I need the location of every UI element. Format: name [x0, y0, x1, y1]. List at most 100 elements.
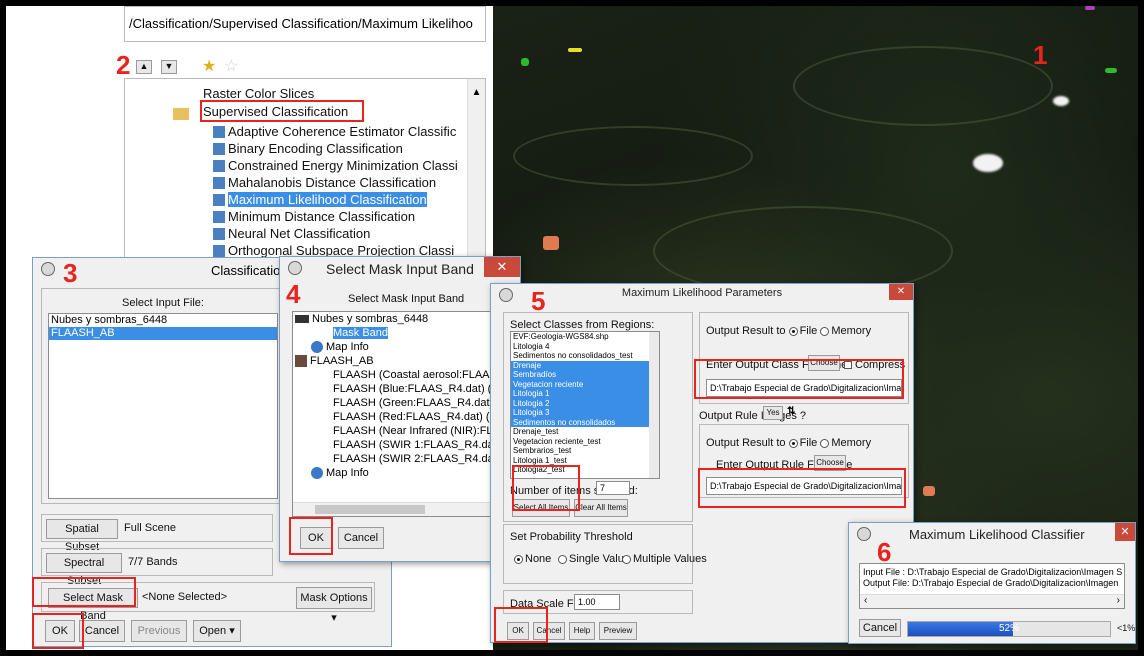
toolbox-path[interactable]: /Classification/Supervised Classificatio…	[124, 6, 486, 42]
tree-item-maximum-likelihood[interactable]: Maximum Likelihood Classification	[213, 191, 427, 209]
tree-item-cem[interactable]: Constrained Energy Minimization Classi	[213, 157, 458, 175]
tree-node-flaash[interactable]: FLAASH_AB	[293, 354, 495, 368]
input-file-list[interactable]: Nubes y sombras_6448 FLAASH_AB	[48, 313, 278, 499]
close-icon[interactable]: ✕	[484, 257, 520, 277]
tree-node-band[interactable]: FLAASH (Blue:FLAAS_R4.dat) (	[293, 382, 495, 396]
output-result-radio: Output Result to File Memory	[706, 325, 872, 337]
rule-output-radio: Output Result to File Memory	[706, 437, 872, 449]
probability-group: Set Probability Threshold None Single Va…	[503, 524, 707, 584]
tree-item-binary-encoding[interactable]: Binary Encoding Classification	[213, 140, 403, 158]
progress-bar: 52%	[907, 621, 1111, 637]
prob-label: Set Probability Threshold	[510, 531, 633, 543]
input-file-text: Input File : D:\Trabajo Especial de Grad…	[863, 567, 1123, 577]
info-scrollbar[interactable]: ‹ ›	[860, 594, 1124, 608]
prob-single-radio[interactable]: Single Value	[558, 553, 630, 565]
favorite-star-icon[interactable]: ★	[202, 56, 216, 76]
tree-node-band[interactable]: FLAASH (SWIR 1:FLAAS_R4.da	[293, 438, 495, 452]
rule-images-toggle[interactable]: Yes	[763, 406, 783, 420]
tree-item-minimum-distance[interactable]: Minimum Distance Classification	[213, 208, 415, 226]
class-item-selected[interactable]: Litologia 2	[511, 398, 659, 408]
classifier-info-box: Input File : D:\Trabajo Especial de Grad…	[859, 563, 1125, 609]
highlight-rule-path	[698, 468, 906, 508]
class-item-selected[interactable]: Vegetacion reciente	[511, 379, 659, 389]
highlight-supervised	[200, 100, 364, 122]
clear-all-items-button[interactable]: Clear All Items	[574, 499, 628, 517]
tree-item-ace[interactable]: Adaptive Coherence Estimator Classific	[213, 123, 456, 141]
classes-list[interactable]: EVF:Geologia-WGS84.shp Litologia 4 Sedimen…	[510, 331, 660, 479]
cancel-button[interactable]: Cancel	[79, 620, 125, 642]
step-number-4: 4	[286, 279, 301, 309]
class-item[interactable]: Litologia 1_test	[511, 456, 659, 466]
class-item[interactable]: Drenaje_test	[511, 427, 659, 437]
select-input-label: Select Input File:	[122, 297, 204, 309]
spectral-subset-value: 7/7 Bands	[128, 556, 178, 568]
tree-node-map-info[interactable]: Map Info	[293, 466, 495, 480]
class-item[interactable]: Litologia 4	[511, 342, 659, 352]
folder-icon	[173, 105, 192, 123]
class-item-selected[interactable]: Litologia 1	[511, 389, 659, 399]
toolbox-panel: /Classification/Supervised Classificatio…	[6, 6, 493, 266]
expand-icon[interactable]: ▼	[161, 60, 177, 74]
tree-node-band[interactable]: FLAASH (Red:FLAAS_R4.dat) (0	[293, 410, 495, 424]
mask-value: <None Selected>	[142, 591, 228, 603]
class-item[interactable]: EVF:Geologia-WGS84.shp	[511, 332, 659, 342]
class-item[interactable]: Vegetacion reciente_test	[511, 437, 659, 447]
file-item-selected[interactable]: FLAASH_AB	[49, 327, 277, 340]
close-icon[interactable]: ✕	[889, 284, 913, 300]
class-item-selected[interactable]: Sembradíos	[511, 370, 659, 380]
tree-node-mask-band[interactable]: Mask Band	[293, 326, 495, 340]
tree-item-neural-net[interactable]: Neural Net Classification	[213, 225, 370, 243]
tree-item-mahalanobis[interactable]: Mahalanobis Distance Classification	[213, 174, 436, 192]
horizontal-scrollbar[interactable]	[293, 502, 495, 516]
dialog-title: Classificatio	[211, 263, 281, 278]
tree-scrollbar[interactable]: ▲	[467, 79, 485, 265]
select-classes-label: Select Classes from Regions:	[510, 319, 655, 331]
class-item[interactable]: Sembrarios_test	[511, 446, 659, 456]
file-item[interactable]: Nubes y sombras_6448	[49, 314, 277, 327]
toggle-arrows-icon[interactable]: ⇅	[787, 406, 795, 417]
step-number-1: 1	[1033, 40, 1048, 70]
mask-band-tree[interactable]: Nubes y sombras_6448 Mask Band Map Info …	[292, 311, 496, 517]
class-item-selected[interactable]: Litologia 3	[511, 408, 659, 418]
tree-node-band[interactable]: FLAASH (Green:FLAAS_R4.dat)	[293, 396, 495, 410]
mask-cancel-button[interactable]: Cancel	[338, 527, 384, 549]
highlight-select-all	[512, 465, 580, 511]
progress-right-label: <1%	[1117, 623, 1136, 633]
class-item-selected[interactable]: Sedimentos no consolidados	[511, 417, 659, 427]
collapse-icon[interactable]: ▲	[136, 60, 152, 74]
open-button[interactable]: Open ▾	[193, 620, 241, 642]
tree-node-band[interactable]: FLAASH (Near Infrared (NIR):FL	[293, 424, 495, 438]
tree-node-nubes[interactable]: Nubes y sombras_6448	[293, 312, 495, 326]
spectral-subset-button[interactable]: Spectral Subset	[46, 553, 122, 587]
params-help-button[interactable]: Help	[569, 622, 595, 640]
tree-node-map-info[interactable]: Map Info	[293, 340, 495, 354]
params-dialog-title: Maximum Likelihood Parameters	[621, 287, 783, 299]
app-icon	[41, 262, 55, 276]
step-number-3: 3	[63, 258, 78, 288]
prob-multiple-radio[interactable]: Multiple Values	[622, 553, 707, 565]
class-item-selected[interactable]: Drenaje	[511, 360, 659, 370]
input-file-group: Select Input File: Nubes y sombras_6448 …	[41, 288, 285, 504]
classifier-cancel-button[interactable]: Cancel	[859, 619, 901, 637]
highlight-ok-4	[289, 517, 333, 555]
unfavorite-star-icon[interactable]: ☆	[224, 56, 238, 76]
previous-button[interactable]: Previous	[131, 620, 187, 642]
classifier-title: Maximum Likelihood Classifier	[909, 527, 1085, 542]
highlight-ok-5	[494, 607, 548, 643]
prob-none-radio[interactable]: None	[514, 553, 551, 565]
close-icon[interactable]: ✕	[1115, 523, 1135, 541]
spatial-subset-group: Spatial Subset Full Scene	[41, 514, 273, 553]
highlight-class-path	[694, 359, 904, 399]
progress-label: 52%	[998, 623, 1019, 634]
num-selected-field: 7	[596, 481, 630, 495]
scale-field[interactable]: 1.00	[574, 594, 620, 610]
screenshot-frame: 1 /Classification/Supervised Classificat…	[6, 6, 1138, 650]
class-item[interactable]: Sedimentos no consolidados_test	[511, 351, 659, 361]
spectral-subset-group: Spectral Subset 7/7 Bands	[41, 548, 273, 587]
tree-node-band[interactable]: FLAASH (SWIR 2:FLAAS_R4.da	[293, 452, 495, 466]
params-preview-button[interactable]: Preview	[599, 622, 637, 640]
mask-options-button[interactable]: Mask Options ▾	[296, 587, 372, 624]
highlight-select-mask	[32, 577, 136, 607]
tree-node-band[interactable]: FLAASH (Coastal aerosol:FLAAS	[293, 368, 495, 382]
spatial-subset-button[interactable]: Spatial Subset	[46, 519, 118, 553]
